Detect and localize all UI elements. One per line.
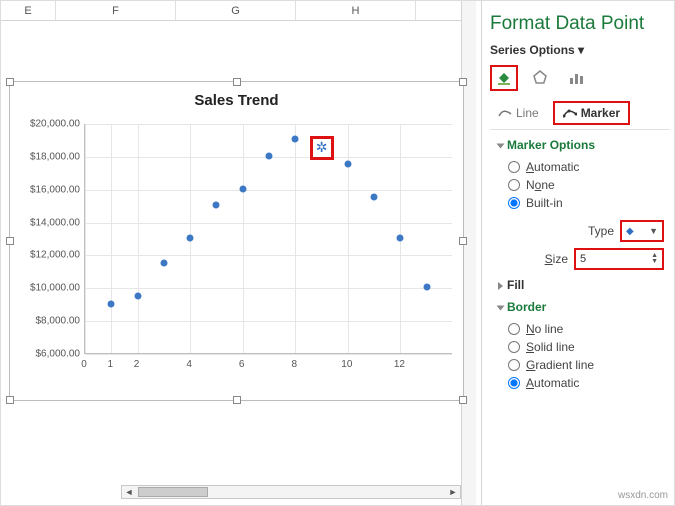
size-label: Size <box>545 252 568 266</box>
scroll-thumb[interactable] <box>138 487 208 497</box>
line-icon <box>498 108 512 118</box>
marker-size-input[interactable]: 5 ▲▼ <box>574 248 664 270</box>
data-point[interactable] <box>108 300 115 307</box>
format-category-icons <box>490 57 670 101</box>
fill-section: Fill <box>490 270 670 292</box>
x-tick-label: 12 <box>394 359 405 370</box>
pane-title: Format Data Point <box>490 7 670 43</box>
x-tick-label: 0 <box>81 359 87 370</box>
format-pane: Format Data Point Series Options ▾ Line <box>481 1 675 505</box>
marker-icon <box>563 108 577 118</box>
data-point[interactable] <box>292 136 299 143</box>
diamond-icon: ◆ <box>626 226 634 237</box>
marker-options-section: Marker Options Automatic None Built-in T… <box>490 130 670 270</box>
effects-icon[interactable] <box>526 65 554 91</box>
x-tick-label: 8 <box>292 359 298 370</box>
data-point[interactable] <box>344 161 351 168</box>
y-tick-label: $16,000.00 <box>16 184 80 195</box>
spinner-icon[interactable]: ▲▼ <box>651 253 658 265</box>
series-options-icon[interactable] <box>562 65 590 91</box>
fill-line-icon[interactable] <box>490 65 518 91</box>
column-headers: E F G H <box>1 1 471 21</box>
y-tick-label: $8,000.00 <box>16 316 80 327</box>
marker-type-row: Type ◆ ▼ <box>498 214 670 242</box>
y-tick-label: $10,000.00 <box>16 283 80 294</box>
marker-size-row: Size 5 ▲▼ <box>498 242 670 270</box>
horizontal-scrollbar[interactable]: ◄ ► <box>121 485 461 499</box>
radio-no-line[interactable]: No line <box>508 320 670 338</box>
x-tick-label: 1 <box>108 359 114 370</box>
data-point[interactable] <box>160 259 167 266</box>
line-marker-tabs: Line Marker <box>490 101 670 130</box>
radio-automatic[interactable]: Automatic <box>508 158 670 176</box>
data-point[interactable] <box>423 284 430 291</box>
caret-down-icon: ▼ <box>649 226 658 236</box>
column-header[interactable]: F <box>56 1 176 20</box>
data-point[interactable] <box>239 185 246 192</box>
data-point[interactable] <box>371 193 378 200</box>
series-options-label: Series Options <box>490 43 575 57</box>
y-tick-label: $18,000.00 <box>16 151 80 162</box>
tab-line[interactable]: Line <box>490 101 547 125</box>
radio-solid-line[interactable]: Solid line <box>508 338 670 356</box>
y-tick-label: $12,000.00 <box>16 250 80 261</box>
column-header[interactable]: G <box>176 1 296 20</box>
x-tick-label: 6 <box>239 359 245 370</box>
type-label: Type <box>588 224 614 238</box>
border-section: Border No line Solid line Gradient line … <box>490 292 670 394</box>
marker-type-select[interactable]: ◆ ▼ <box>620 220 664 242</box>
radio-builtin[interactable]: Built-in <box>508 194 670 212</box>
scroll-left-icon[interactable]: ◄ <box>122 487 136 497</box>
data-point[interactable] <box>187 235 194 242</box>
fill-header[interactable]: Fill <box>498 278 670 292</box>
radio-gradient-line[interactable]: Gradient line <box>508 356 670 374</box>
border-header[interactable]: Border <box>498 300 670 314</box>
data-point[interactable] <box>213 202 220 209</box>
chart-plot-area[interactable]: ✲ <box>84 124 452 354</box>
data-point[interactable] <box>134 292 141 299</box>
series-options-dropdown[interactable]: Series Options ▾ <box>490 43 670 57</box>
column-header[interactable]: E <box>1 1 56 20</box>
scroll-right-icon[interactable]: ► <box>446 487 460 497</box>
x-tick-label: 2 <box>134 359 140 370</box>
data-point[interactable] <box>266 152 273 159</box>
selection-marker-icon: ✲ <box>316 139 328 156</box>
tab-marker[interactable]: Marker <box>553 101 630 125</box>
y-tick-label: $20,000.00 <box>16 119 80 130</box>
watermark: wsxdn.com <box>618 490 668 501</box>
chevron-down-icon: ▾ <box>578 43 584 57</box>
chart-object[interactable]: Sales Trend ✲ $20,000.00 $18,000.00 $16,00… <box>9 81 464 401</box>
radio-border-automatic[interactable]: Automatic <box>508 374 670 392</box>
column-header[interactable]: H <box>296 1 416 20</box>
app-window: E F G H Sales Trend ✲ $20,000.00 $18,000.… <box>0 0 675 506</box>
x-tick-label: 10 <box>341 359 352 370</box>
radio-none[interactable]: None <box>508 176 670 194</box>
chart-title[interactable]: Sales Trend <box>10 82 463 113</box>
selected-data-point[interactable]: ✲ <box>310 136 334 160</box>
data-point[interactable] <box>397 235 404 242</box>
marker-options-header[interactable]: Marker Options <box>498 138 670 152</box>
y-tick-label: $6,000.00 <box>16 349 80 360</box>
x-tick-label: 4 <box>186 359 192 370</box>
y-tick-label: $14,000.00 <box>16 217 80 228</box>
